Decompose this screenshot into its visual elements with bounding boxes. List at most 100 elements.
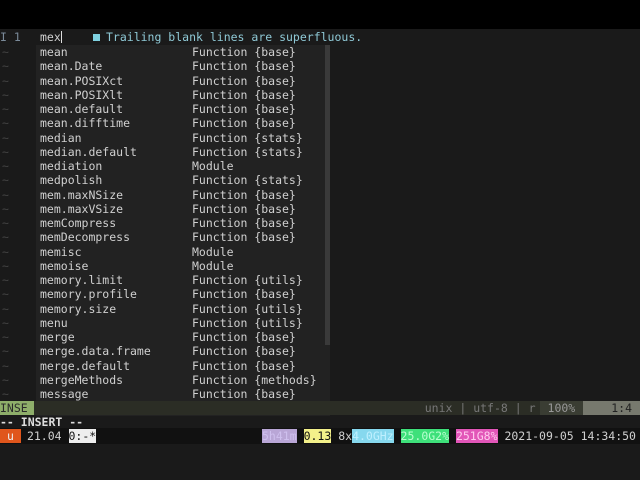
- completion-word: memory.size: [40, 301, 117, 316]
- completion-item[interactable]: message Function {base}: [36, 387, 326, 401]
- completion-item[interactable]: memisc Module: [36, 245, 326, 259]
- completion-item[interactable]: mean Function {base}: [36, 45, 326, 59]
- tilde-marker: ~: [2, 387, 9, 401]
- completion-word: memory.profile: [40, 287, 137, 302]
- completion-item[interactable]: memDecompress Function {base}: [36, 230, 326, 244]
- completion-item[interactable]: mem.maxVSize Function {base}: [36, 202, 326, 216]
- completion-item[interactable]: mean.POSIXct Function {base}: [36, 74, 326, 88]
- completion-kind: Function {base}: [192, 330, 296, 344]
- tilde-marker: ~: [2, 159, 9, 173]
- completion-word: mean.POSIXct: [40, 73, 124, 88]
- insert-mode-message: -- INSERT --: [0, 415, 84, 429]
- completion-kind: Function {base}: [192, 73, 296, 88]
- tilde-marker: ~: [2, 258, 9, 273]
- tilde-marker: ~: [2, 116, 9, 131]
- tilde-marker: ~: [2, 230, 9, 245]
- file-format: unix | utf-8 | r: [424, 401, 536, 415]
- tilde-marker: ~: [2, 301, 9, 316]
- completion-kind: Function {utils}: [192, 273, 303, 287]
- completion-word: mediation: [40, 159, 103, 173]
- completion-kind: Function {base}: [192, 45, 296, 59]
- completion-word: mem.maxNSize: [40, 187, 124, 202]
- completion-kind: Function {base}: [192, 287, 296, 302]
- completion-kind: Function {methods}: [192, 372, 317, 387]
- tmux-window[interactable]: 0:-*: [68, 429, 97, 443]
- completion-word: mean.Date: [40, 59, 103, 74]
- completion-item[interactable]: memory.profile Function {base}: [36, 287, 326, 301]
- completion-word: memoise: [40, 258, 89, 273]
- completion-word: memCompress: [40, 216, 117, 230]
- completion-word: merge.default: [40, 358, 131, 373]
- tilde-marker: ~: [2, 315, 9, 330]
- completion-kind: Function {base}: [192, 201, 296, 216]
- editor-line-1[interactable]: I 1 mex Trailing blank lines are superfl…: [0, 30, 640, 44]
- tilde-marker: ~: [2, 273, 9, 287]
- completion-item[interactable]: memoise Module: [36, 259, 326, 273]
- line-mark: I: [0, 30, 7, 44]
- completion-word: memisc: [40, 244, 82, 259]
- completion-item[interactable]: mediation Module: [36, 159, 326, 173]
- completion-word: merge: [40, 330, 75, 344]
- completion-item[interactable]: median Function {stats}: [36, 131, 326, 145]
- completion-kind: Function {base}: [192, 102, 296, 116]
- load-average: 0.13: [303, 429, 332, 443]
- diagnostic-message: Trailing blank lines are superfluous.: [93, 30, 362, 44]
- completion-kind: Function {utils}: [192, 315, 303, 330]
- completion-item[interactable]: mean.difftime Function {base}: [36, 116, 326, 130]
- completion-word: menu: [40, 315, 68, 330]
- completion-item[interactable]: memory.limit Function {utils}: [36, 273, 326, 287]
- completion-word: memDecompress: [40, 230, 131, 245]
- completion-item[interactable]: mean.Date Function {base}: [36, 59, 326, 73]
- cpu-count: 8x: [338, 429, 353, 443]
- completion-word: mergeMethods: [40, 372, 124, 387]
- completion-kind: Function {base}: [192, 87, 296, 102]
- datetime: 2021-09-05 14:34:50: [504, 429, 636, 443]
- completion-item[interactable]: mergeMethods Function {methods}: [36, 373, 326, 387]
- completion-item[interactable]: medpolish Function {stats}: [36, 173, 326, 187]
- tilde-marker: ~: [2, 330, 9, 344]
- completion-item[interactable]: mem.maxNSize Function {base}: [36, 188, 326, 202]
- completion-kind: Function {stats}: [192, 130, 303, 145]
- completion-item[interactable]: memory.size Function {utils}: [36, 302, 326, 316]
- completion-item[interactable]: merge Function {base}: [36, 330, 326, 344]
- completion-kind: Function {base}: [192, 358, 296, 373]
- completion-item[interactable]: median.default Function {stats}: [36, 145, 326, 159]
- cursor-position: 1:4: [583, 401, 640, 415]
- completion-item[interactable]: mean.default Function {base}: [36, 102, 326, 116]
- completion-popup[interactable]: mean Function {base} mean.Date Function {ba…: [36, 45, 330, 416]
- completion-kind: Function {stats}: [192, 144, 303, 159]
- tilde-marker: ~: [2, 344, 9, 359]
- completion-kind: Function {base}: [192, 59, 296, 74]
- completion-item[interactable]: memCompress Function {base}: [36, 216, 326, 230]
- tmux-session[interactable]: u: [0, 429, 21, 443]
- completion-word: median.default: [40, 144, 137, 159]
- completion-item[interactable]: mean.POSIXlt Function {base}: [36, 88, 326, 102]
- completion-word: mean.POSIXlt: [40, 87, 124, 102]
- completion-word: medpolish: [40, 173, 103, 188]
- typed-text: mex: [40, 30, 61, 44]
- popup-scrollbar[interactable]: [325, 45, 330, 345]
- tilde-marker: ~: [2, 287, 9, 302]
- completion-word: message: [40, 387, 89, 401]
- tilde-marker: ~: [2, 201, 9, 216]
- uptime: 5h41m: [262, 429, 297, 443]
- completion-kind: Module: [192, 159, 234, 173]
- tilde-marker: ~: [2, 102, 9, 116]
- completion-word: mean.difftime: [40, 116, 131, 131]
- completion-kind: Function {stats}: [192, 173, 303, 188]
- completion-item[interactable]: merge.default Function {base}: [36, 359, 326, 373]
- completion-kind: Module: [192, 244, 234, 259]
- completion-item[interactable]: merge.data.frame Function {base}: [36, 344, 326, 358]
- completion-kind: Function {base}: [192, 344, 296, 359]
- tilde-marker: ~: [2, 130, 9, 145]
- tilde-marker: ~: [2, 358, 9, 373]
- line-number: 1: [13, 30, 21, 44]
- completion-kind: Function {base}: [192, 216, 296, 230]
- memory-usage: 25.0G2%: [400, 429, 450, 443]
- cpu-frequency: 4.0GHz: [352, 429, 394, 443]
- completion-word: median: [40, 130, 82, 145]
- tilde-marker: ~: [2, 187, 9, 202]
- completion-item[interactable]: menu Function {utils}: [36, 316, 326, 330]
- completion-kind: Function {utils}: [192, 301, 303, 316]
- completion-word: merge.data.frame: [40, 344, 151, 359]
